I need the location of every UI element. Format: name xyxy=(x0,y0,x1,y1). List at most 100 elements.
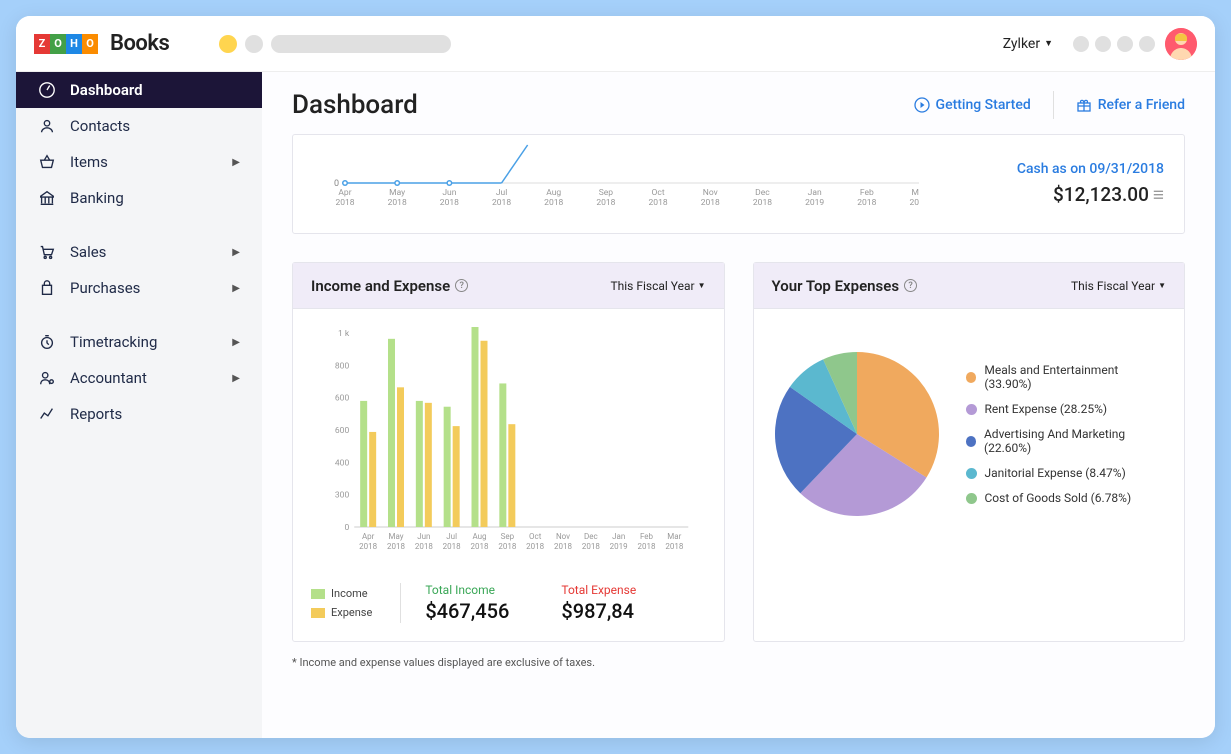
sidebar-item-label: Accountant xyxy=(70,369,147,387)
svg-text:2018: 2018 xyxy=(701,198,720,208)
svg-text:2018: 2018 xyxy=(596,198,615,208)
ie-summary-row: Income Expense Total Income $467,456 Tot… xyxy=(311,573,706,623)
chevron-down-icon: ▼ xyxy=(1044,38,1053,49)
svg-text:2018: 2018 xyxy=(638,542,656,551)
svg-text:0: 0 xyxy=(344,523,349,533)
total-expense-value: $987,84 xyxy=(561,599,636,623)
browser-tab-placeholder xyxy=(219,35,451,53)
topbar: ZOHO Books Zylker ▼ xyxy=(16,16,1215,72)
svg-text:Feb: Feb xyxy=(640,532,654,541)
svg-text:May: May xyxy=(388,532,403,541)
help-icon[interactable]: ? xyxy=(904,279,917,292)
svg-text:2018: 2018 xyxy=(335,198,354,208)
basket-icon xyxy=(38,153,56,171)
placeholder-icon[interactable] xyxy=(1095,36,1111,52)
svg-text:2018: 2018 xyxy=(554,542,572,551)
sidebar-item-label: Reports xyxy=(70,405,122,423)
svg-text:800: 800 xyxy=(335,361,350,371)
legend-label: Advertising And Marketing (22.60%) xyxy=(984,427,1166,455)
sidebar-item-banking[interactable]: Banking xyxy=(16,180,262,216)
person-icon xyxy=(38,117,56,135)
svg-text:Sep: Sep xyxy=(501,532,515,541)
svg-text:2018: 2018 xyxy=(388,198,407,208)
sidebar-item-purchases[interactable]: Purchases▶ xyxy=(16,270,262,306)
svg-text:300: 300 xyxy=(335,491,350,501)
body: DashboardContactsItems▶BankingSales▶Purc… xyxy=(16,72,1215,738)
income-expense-bar-chart: 03004006006008001 kApr2018May2018Jun2018… xyxy=(311,327,706,557)
svg-text:Mar: Mar xyxy=(667,532,681,541)
sidebar-item-label: Banking xyxy=(70,189,124,207)
sidebar-item-accountant[interactable]: Accountant▶ xyxy=(16,360,262,396)
svg-text:2018: 2018 xyxy=(665,542,683,551)
placeholder-icon[interactable] xyxy=(1117,36,1133,52)
svg-text:Dec: Dec xyxy=(584,532,598,541)
svg-text:2019: 2019 xyxy=(610,542,628,551)
sidebar-item-items[interactable]: Items▶ xyxy=(16,144,262,180)
svg-text:Sep: Sep xyxy=(599,188,614,198)
svg-text:May: May xyxy=(389,188,405,198)
svg-text:2018: 2018 xyxy=(443,542,461,551)
svg-text:Dec: Dec xyxy=(755,188,770,198)
cash-date-label: Cash as on 09/31/2018 xyxy=(994,161,1164,177)
logo[interactable]: ZOHO Books xyxy=(34,31,169,56)
timer-icon xyxy=(38,333,56,351)
svg-text:Jan: Jan xyxy=(808,188,822,198)
org-selector[interactable]: Zylker ▼ xyxy=(1003,36,1053,52)
fiscal-year-selector[interactable]: This Fiscal Year▼ xyxy=(610,279,705,293)
sidebar-item-label: Purchases xyxy=(70,279,140,297)
topbar-right: Zylker ▼ xyxy=(1003,28,1197,60)
total-income-label: Total Income xyxy=(425,583,509,597)
svg-text:2018: 2018 xyxy=(649,198,668,208)
svg-text:2018: 2018 xyxy=(387,542,405,551)
sidebar-item-timetracking[interactable]: Timetracking▶ xyxy=(16,324,262,360)
top-expenses-card: Your Top Expenses ? This Fiscal Year▼ Me… xyxy=(753,262,1186,642)
legend-swatch xyxy=(966,372,977,383)
svg-text:2018: 2018 xyxy=(544,198,563,208)
chevron-down-icon: ▼ xyxy=(1158,281,1166,290)
logo-text: Books xyxy=(110,31,169,56)
legend: Income Expense xyxy=(311,587,372,619)
total-income-value: $467,456 xyxy=(425,599,509,623)
getting-started-label: Getting Started xyxy=(936,97,1031,113)
svg-text:Jun: Jun xyxy=(417,532,430,541)
acct-icon xyxy=(38,369,56,387)
pie-legend: Meals and Entertainment (33.90%) Rent Exp… xyxy=(966,363,1167,505)
svg-text:Aug: Aug xyxy=(546,188,561,198)
cash-flow-line-chart: 0Apr2018May2018Jun2018Jul2018Aug2018Sep2… xyxy=(329,135,994,223)
legend-item: Cost of Goods Sold (6.78%) xyxy=(966,491,1167,505)
legend-item: Rent Expense (28.25%) xyxy=(966,402,1167,416)
chevron-right-icon: ▶ xyxy=(232,337,240,348)
sidebar-item-dashboard[interactable]: Dashboard xyxy=(16,72,262,108)
cards-row: Income and Expense ? This Fiscal Year▼ 0… xyxy=(292,262,1185,642)
svg-text:2019: 2019 xyxy=(805,198,824,208)
toolbar-icons-placeholder xyxy=(1073,36,1155,52)
tab-dot-active xyxy=(219,35,237,53)
svg-text:Jan: Jan xyxy=(612,532,625,541)
fiscal-year-selector[interactable]: This Fiscal Year▼ xyxy=(1071,279,1166,293)
cash-flow-card: 0Apr2018May2018Jun2018Jul2018Aug2018Sep2… xyxy=(292,134,1185,234)
legend-swatch xyxy=(966,493,977,504)
svg-text:Apr: Apr xyxy=(338,188,351,198)
placeholder-icon[interactable] xyxy=(1073,36,1089,52)
getting-started-link[interactable]: Getting Started xyxy=(914,97,1031,113)
svg-text:Jul: Jul xyxy=(496,188,507,198)
cart-icon xyxy=(38,243,56,261)
sidebar-item-reports[interactable]: Reports xyxy=(16,396,262,432)
user-avatar[interactable] xyxy=(1165,28,1197,60)
sidebar-item-contacts[interactable]: Contacts xyxy=(16,108,262,144)
svg-text:Nov: Nov xyxy=(556,532,570,541)
refer-friend-link[interactable]: Refer a Friend xyxy=(1076,97,1185,113)
page-header: Dashboard Getting Started Refer a Friend xyxy=(292,90,1185,120)
svg-text:Oct: Oct xyxy=(529,532,542,541)
legend-item: Advertising And Marketing (22.60%) xyxy=(966,427,1167,455)
svg-text:2018: 2018 xyxy=(415,542,433,551)
play-icon xyxy=(914,97,930,113)
legend-label: Meals and Entertainment (33.90%) xyxy=(984,363,1166,391)
placeholder-icon[interactable] xyxy=(1139,36,1155,52)
app-window: ZOHO Books Zylker ▼ Da xyxy=(16,16,1215,738)
svg-text:2018: 2018 xyxy=(492,198,511,208)
bank-icon xyxy=(38,189,56,207)
help-icon[interactable]: ? xyxy=(455,279,468,292)
legend-label: Rent Expense (28.25%) xyxy=(985,402,1108,416)
sidebar-item-sales[interactable]: Sales▶ xyxy=(16,234,262,270)
